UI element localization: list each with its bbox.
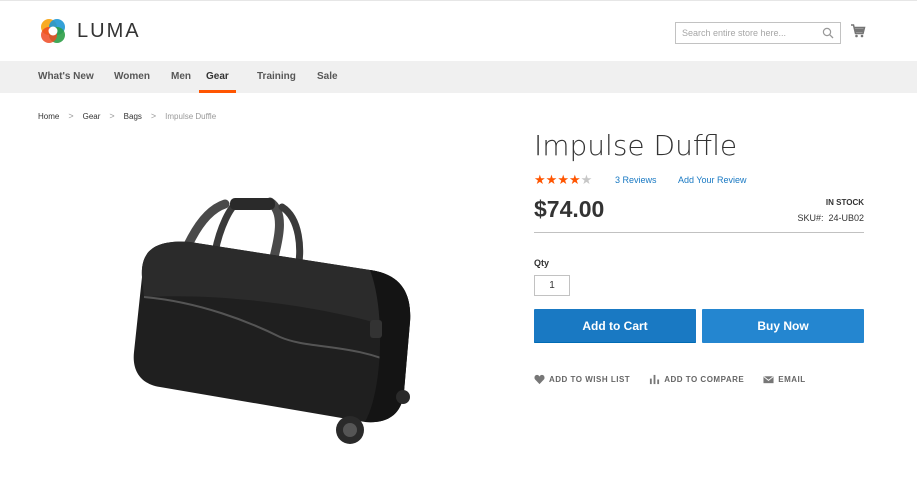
main-navigation: What's New Women Men Gear Training Sale	[0, 61, 917, 93]
breadcrumb-separator: >	[68, 111, 74, 121]
nav-item-sale[interactable]: Sale	[317, 61, 338, 93]
star-icon: ★	[568, 172, 581, 187]
qty-input[interactable]	[534, 275, 570, 296]
page-header: LUMA	[0, 0, 917, 61]
nav-item-whats-new[interactable]: What's New	[38, 61, 94, 93]
compare-icon	[650, 374, 660, 385]
add-to-compare-link[interactable]: ADD TO COMPARE	[649, 374, 744, 385]
star-icon: ★	[534, 172, 546, 187]
rating-stars: ★★★★★	[534, 173, 592, 187]
nav-item-training[interactable]: Training	[257, 61, 296, 93]
search-icon[interactable]	[822, 27, 834, 39]
reviews-link[interactable]: 3 Reviews	[615, 175, 657, 185]
email-link[interactable]: EMAIL	[763, 374, 805, 385]
qty-label: Qty	[534, 258, 550, 268]
divider	[534, 232, 864, 233]
breadcrumb-current: Impulse Duffle	[165, 111, 217, 121]
breadcrumb: Home > Gear > Bags > Impulse Duffle	[38, 111, 216, 121]
star-icon: ★	[580, 172, 593, 187]
breadcrumb-bags[interactable]: Bags	[124, 112, 142, 121]
search-box	[675, 22, 841, 44]
add-to-wishlist-link[interactable]: ADD TO WISH LIST	[534, 374, 630, 385]
breadcrumb-home[interactable]: Home	[38, 112, 59, 121]
store-logo[interactable]: LUMA	[38, 16, 141, 46]
breadcrumb-separator: >	[150, 111, 157, 121]
star-icon: ★	[557, 172, 569, 187]
product-sku: SKU#: 24-UB02	[797, 213, 864, 223]
nav-item-women[interactable]: Women	[114, 61, 150, 93]
email-label: EMAIL	[778, 375, 806, 384]
product-price: $74.00	[534, 196, 605, 222]
star-icon: ★	[545, 172, 558, 187]
sku-label: SKU#:	[797, 213, 824, 223]
add-to-cart-button[interactable]: Add to Cart	[534, 309, 696, 343]
compare-label: ADD TO COMPARE	[664, 375, 745, 384]
nav-item-men[interactable]: Men	[171, 61, 191, 93]
product-actions: ADD TO WISH LIST ADD TO COMPARE EMAIL	[534, 374, 825, 385]
stock-status: IN STOCK	[825, 198, 864, 207]
search-input[interactable]	[676, 23, 816, 43]
product-title: Impulse Duffle	[534, 129, 738, 162]
wishlist-label: ADD TO WISH LIST	[549, 375, 631, 384]
duffle-bag-image[interactable]	[120, 192, 420, 452]
breadcrumb-gear[interactable]: Gear	[83, 112, 101, 121]
add-review-link[interactable]: Add Your Review	[678, 175, 747, 185]
luma-logo-icon	[41, 19, 65, 43]
envelope-icon	[763, 376, 774, 384]
heart-icon	[534, 374, 545, 385]
cart-icon[interactable]	[850, 23, 866, 39]
breadcrumb-separator: >	[109, 111, 115, 121]
brand-name: LUMA	[77, 19, 141, 42]
sku-value: 24-UB02	[828, 213, 864, 223]
nav-item-gear[interactable]: Gear	[199, 61, 236, 93]
product-rating: ★★★★★	[534, 173, 592, 187]
buy-now-button[interactable]: Buy Now	[702, 309, 864, 343]
